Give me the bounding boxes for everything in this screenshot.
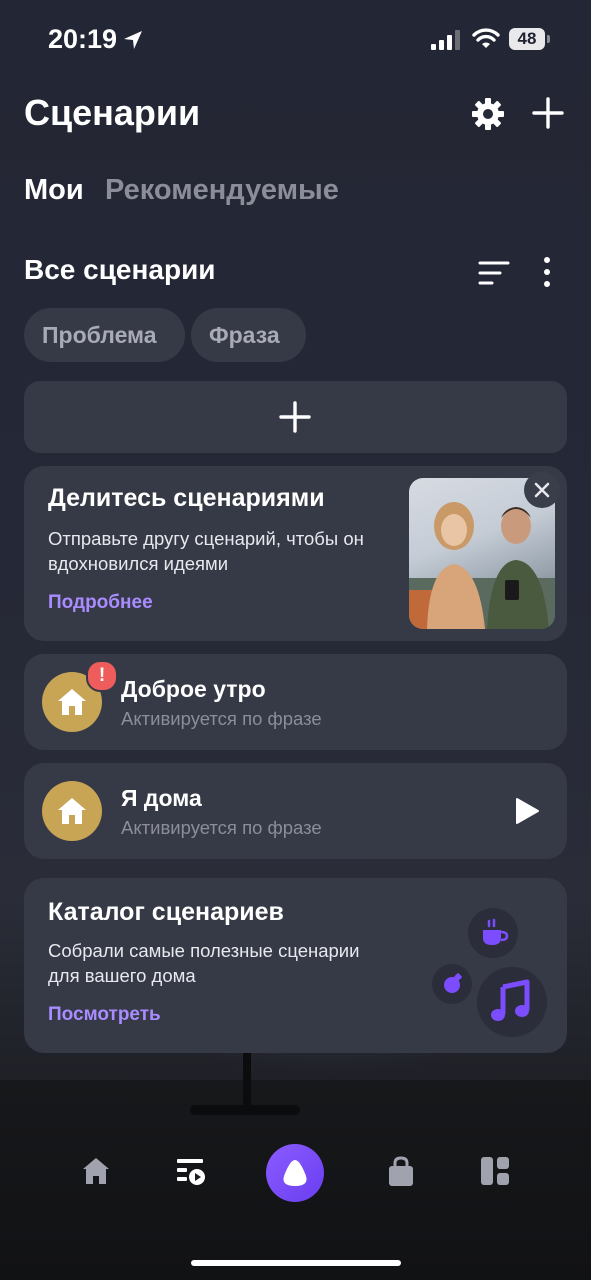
house-icon	[58, 798, 86, 824]
battery-indicator: 48	[509, 28, 545, 50]
widgets-icon[interactable]	[480, 1156, 510, 1186]
share-card-more-link[interactable]: Подробнее	[48, 592, 153, 614]
add-scenario-plus-icon[interactable]	[532, 97, 564, 129]
close-icon	[534, 482, 550, 498]
tab-recommended[interactable]: Рекомендуемые	[105, 174, 339, 207]
home-indicator[interactable]	[191, 1260, 401, 1266]
plus-icon	[279, 401, 311, 433]
bulb-icon	[444, 973, 462, 993]
alice-icon	[283, 1160, 307, 1186]
home-icon[interactable]	[81, 1156, 111, 1186]
scenario-avatar	[42, 781, 102, 841]
catalog-view-link[interactable]: Посмотреть	[48, 1004, 161, 1026]
coffee-bubble	[468, 908, 518, 958]
section-title: Все сценарии	[24, 254, 216, 285]
alice-assistant-button[interactable]	[266, 1144, 324, 1202]
catalog-description: Собрали самые полезные сценарии для ваше…	[48, 940, 360, 986]
scenario-item-good-morning[interactable]: ! Доброе утро Активируется по фразе	[24, 654, 567, 750]
scenario-item-at-home[interactable]: Я дома Активируется по фразе	[24, 763, 567, 859]
cellular-signal-icon	[431, 30, 460, 50]
warning-badge: !	[86, 660, 118, 692]
play-icon[interactable]	[514, 797, 540, 825]
music-icon	[491, 979, 530, 1021]
scenario-catalog-card[interactable]: Каталог сценариев Собрали самые полезные…	[24, 878, 567, 1053]
house-icon	[58, 689, 86, 715]
share-card-description: Отправьте другу сценарий, чтобы он вдохн…	[48, 528, 364, 574]
battery-tip	[547, 35, 550, 43]
music-bubble	[477, 967, 547, 1037]
gear-icon[interactable]	[470, 96, 506, 132]
scenario-subtitle: Активируется по фразе	[121, 817, 322, 838]
scenario-subtitle: Активируется по фразе	[121, 708, 322, 729]
more-vertical-icon[interactable]	[542, 256, 552, 288]
add-scenario-button[interactable]	[24, 381, 567, 453]
scenarios-icon[interactable]	[175, 1156, 207, 1188]
scenario-title: Доброе утро	[121, 676, 266, 702]
share-card-title: Делитесь сценариями	[48, 484, 325, 512]
wifi-icon	[472, 28, 500, 48]
scenario-title: Я дома	[121, 785, 202, 811]
share-scenarios-card[interactable]: Делитесь сценариями Отправьте другу сцен…	[24, 466, 567, 641]
shop-icon[interactable]	[387, 1156, 415, 1188]
filter-chip-problem[interactable]: Проблема	[24, 308, 185, 362]
catalog-title: Каталог сценариев	[48, 898, 284, 926]
sort-icon[interactable]	[478, 260, 510, 286]
filter-chip-phrase[interactable]: Фраза	[191, 308, 306, 362]
status-time: 20:19	[48, 24, 118, 54]
coffee-icon	[483, 918, 509, 945]
page-title: Сценарии	[24, 92, 201, 133]
location-arrow-icon	[124, 31, 142, 49]
background-chair-base	[190, 1105, 300, 1115]
tab-mine[interactable]: Мои	[24, 174, 84, 207]
status-bar: 20:19 48	[0, 0, 591, 80]
close-share-card-button[interactable]	[524, 472, 560, 508]
bulb-bubble	[432, 964, 472, 1004]
